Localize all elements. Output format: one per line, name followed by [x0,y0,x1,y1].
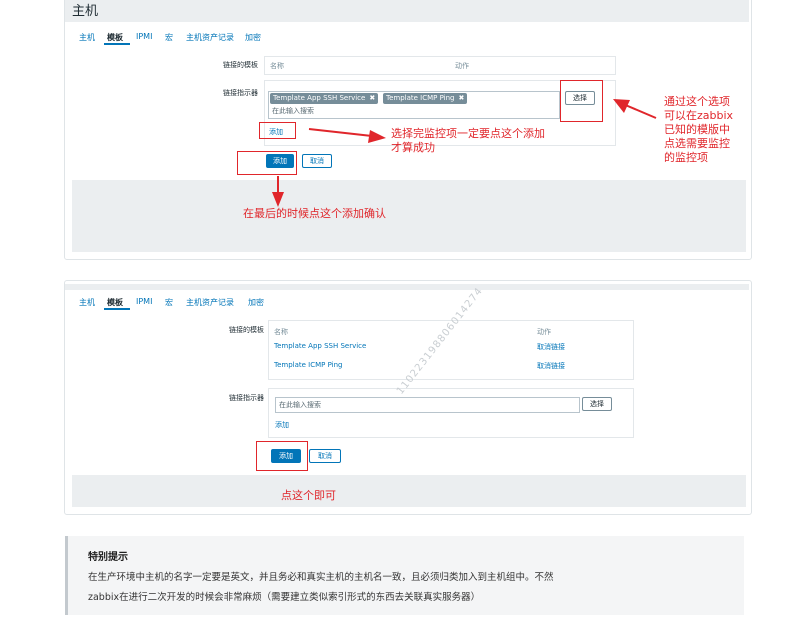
confirm-annotation: 在最后的时候点这个添加确认 [243,207,386,220]
template-link[interactable]: Template ICMP Ping [274,361,343,369]
select-button[interactable]: 选择 [582,397,612,411]
add-annotation: 选择完监控项一定要点这个添加 才算成功 [391,127,545,154]
column-name: 名称 [274,328,288,336]
arrow-to-add-link [308,128,386,143]
add-link[interactable]: 添加 [275,420,289,430]
arrow-to-select [613,99,657,119]
tip-line: 在生产环境中主机的名字一定要是英文，并且务必和真实主机的主机名一致，且必须归类加… [88,572,554,583]
arrow-to-add-button [272,176,284,207]
tab-host[interactable]: 主机 [79,297,95,308]
template-link[interactable]: Template App SSH Service [274,342,366,350]
cancel-button[interactable]: 取消 [309,449,341,463]
column-action: 动作 [537,328,551,336]
panel2-top-strip [65,284,749,290]
search-placeholder: 在此输入搜索 [279,401,321,409]
tab-ipmi[interactable]: IPMI [136,297,152,306]
tab-active-underline [104,308,130,310]
tab-encryption[interactable]: 加密 [248,297,264,308]
unlink-button[interactable]: 取消链接 [537,361,565,371]
tab-templates[interactable]: 模板 [107,297,123,308]
add-button-highlight [256,441,308,471]
linked-templates-label: 链接的模板 [229,326,264,334]
tip-line: zabbix在进行二次开发的时候会非常麻烦（需要建立类似索引形式的东西去关联真实… [88,592,481,603]
unlink-button[interactable]: 取消链接 [537,342,565,352]
link-indicator-label: 链接指示器 [229,394,264,402]
tab-macros[interactable]: 宏 [165,297,173,308]
tab-inventory[interactable]: 主机资产记录 [186,297,234,308]
link-indicator-box [268,388,634,438]
select-annotation: 通过这个选项 可以在zabbix 已知的模版中 点选需要监控 的监控项 [664,95,734,164]
tip-box: 特别提示 在生产环境中主机的名字一定要是英文，并且务必和真实主机的主机名一致，且… [65,536,744,615]
tip-title: 特别提示 [88,552,128,563]
final-annotation: 点这个即可 [281,489,336,502]
form-footer [72,475,746,507]
